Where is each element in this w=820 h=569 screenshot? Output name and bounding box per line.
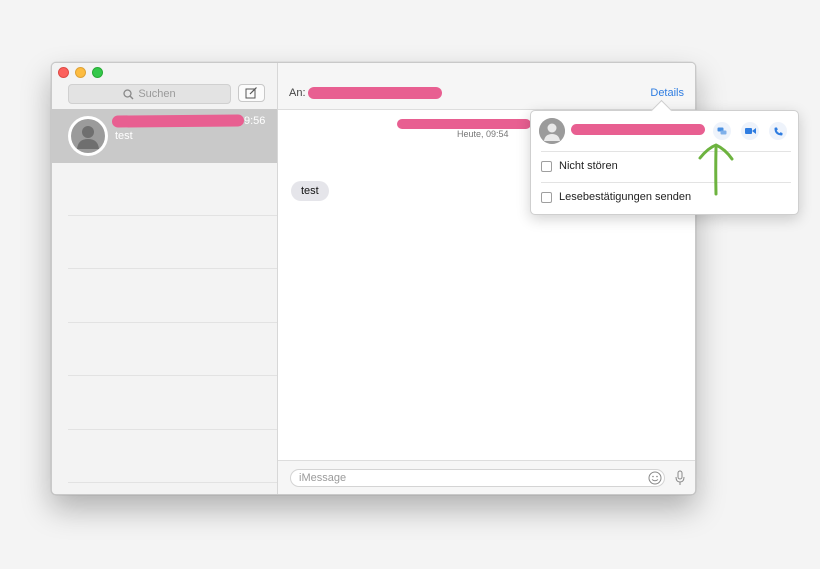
message-timestamp: Heute, 09:54 xyxy=(457,129,509,139)
person-icon xyxy=(71,119,105,153)
read-receipts-option[interactable]: Lesebestätigungen senden xyxy=(541,191,691,203)
conversation-time: 9:56 xyxy=(244,115,266,127)
new-message-button[interactable] xyxy=(238,84,265,102)
recipient-label: An: xyxy=(289,87,306,99)
details-button[interactable]: Details xyxy=(650,87,684,99)
recipient-redaction xyxy=(308,87,442,99)
list-divider xyxy=(68,268,277,269)
contact-avatar xyxy=(68,116,108,156)
search-icon xyxy=(123,88,134,99)
do-not-disturb-checkbox[interactable] xyxy=(541,160,552,172)
list-divider xyxy=(68,322,277,323)
sidebar: Suchen 9:56 test xyxy=(52,63,278,494)
zoom-window-button[interactable] xyxy=(92,67,103,78)
search-field[interactable]: Suchen xyxy=(68,84,231,104)
message-button[interactable] xyxy=(713,122,731,140)
search-placeholder: Suchen xyxy=(138,88,176,100)
list-divider xyxy=(68,429,277,430)
compose-icon xyxy=(245,87,257,99)
window-controls xyxy=(58,67,103,78)
annotation-arrow-icon xyxy=(698,143,734,196)
video-icon xyxy=(744,128,756,134)
do-not-disturb-label: Nicht stören xyxy=(559,160,618,172)
read-receipts-label: Lesebestätigungen senden xyxy=(559,191,692,203)
conversation-header: An: Details xyxy=(278,63,695,110)
list-divider xyxy=(68,375,277,376)
microphone-icon[interactable] xyxy=(674,470,686,486)
details-popover: Nicht stören Lesebestätigungen senden xyxy=(530,99,799,215)
phone-icon xyxy=(774,127,782,135)
conversation-preview: test xyxy=(115,130,133,142)
list-divider xyxy=(68,215,277,216)
video-call-button[interactable] xyxy=(741,122,759,140)
message-icon xyxy=(717,127,727,134)
contact-name-redaction xyxy=(111,114,245,128)
composer-bar xyxy=(278,460,695,494)
contact-name-redaction xyxy=(571,124,705,135)
read-receipts-checkbox[interactable] xyxy=(541,191,552,203)
conversation-item[interactable]: 9:56 test xyxy=(52,109,277,163)
popover-divider xyxy=(541,151,791,152)
person-icon xyxy=(539,118,565,144)
emoji-icon[interactable] xyxy=(648,471,662,485)
message-input[interactable] xyxy=(290,469,665,487)
sender-redaction xyxy=(397,119,531,129)
close-window-button[interactable] xyxy=(58,67,69,78)
contact-avatar-small xyxy=(539,118,565,144)
popover-divider xyxy=(541,182,791,183)
minimize-window-button[interactable] xyxy=(75,67,86,78)
list-divider xyxy=(68,482,277,483)
message-bubble[interactable]: test xyxy=(291,181,329,201)
phone-call-button[interactable] xyxy=(769,122,787,140)
do-not-disturb-option[interactable]: Nicht stören xyxy=(541,160,618,172)
